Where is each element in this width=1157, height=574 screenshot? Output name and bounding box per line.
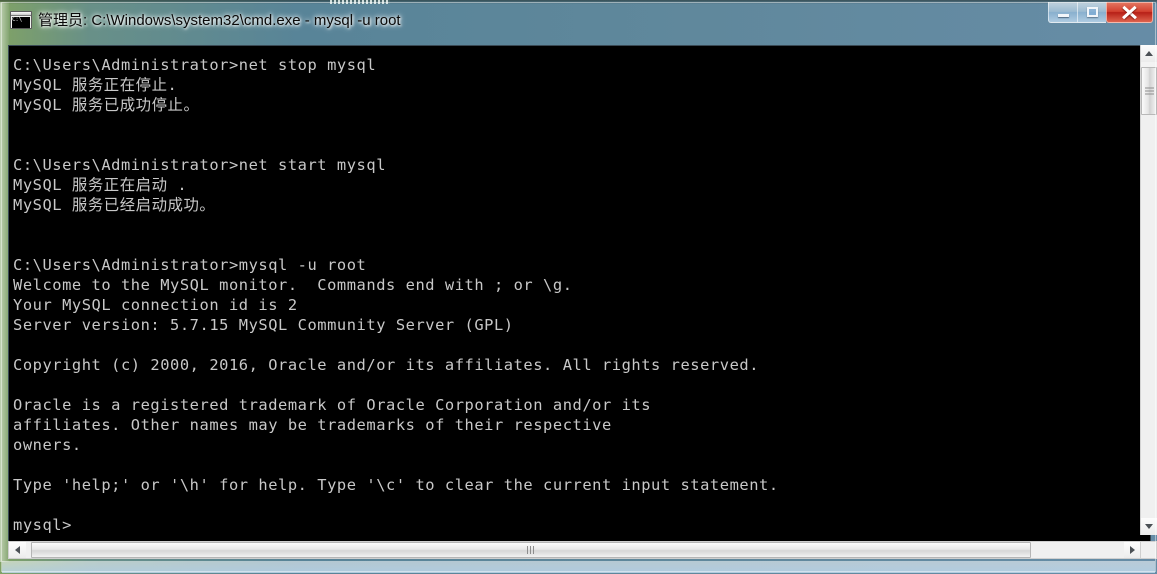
close-button[interactable] [1106, 2, 1153, 23]
maximize-icon [1086, 7, 1098, 17]
vertical-scroll-thumb[interactable] [1141, 67, 1157, 115]
scroll-down-button[interactable] [1141, 518, 1157, 535]
minimize-button[interactable] [1048, 2, 1077, 23]
title-bar[interactable]: C:\ 管理员: C:\Windows\system32\cmd.exe - m… [0, 2, 1157, 40]
scroll-thumb-grip-icon [1145, 87, 1154, 95]
scroll-right-button[interactable] [1124, 542, 1141, 558]
window-bottom-frame-glow [2, 561, 1155, 573]
console-client-area[interactable]: C:\Users\Administrator>net stop mysql My… [8, 45, 1151, 553]
chevron-right-icon [1130, 546, 1135, 554]
chevron-left-icon [15, 546, 20, 554]
horizontal-scrollbar[interactable] [8, 541, 1142, 559]
cmd-console-icon: C:\ [10, 11, 32, 29]
minimize-icon [1057, 13, 1069, 17]
scroll-up-button[interactable] [1141, 45, 1157, 62]
close-icon [1122, 6, 1137, 19]
cmd-icon-prompt-text: C:\ [12, 16, 22, 23]
chevron-up-icon [1145, 51, 1153, 56]
horizontal-scroll-thumb[interactable] [31, 542, 1031, 558]
scroll-left-button[interactable] [9, 542, 26, 558]
maximize-restore-button[interactable] [1077, 2, 1106, 23]
console-output-text: C:\Users\Administrator>net stop mysql My… [13, 56, 779, 534]
window-title: 管理员: C:\Windows\system32\cmd.exe - mysql… [38, 12, 401, 29]
chevron-down-icon [1145, 524, 1153, 529]
horizontal-scroll-thumb-grip-icon [527, 546, 535, 554]
vertical-scrollbar[interactable] [1140, 45, 1157, 535]
window-controls [1048, 2, 1153, 28]
cmd-window: C:\ 管理员: C:\Windows\system32\cmd.exe - m… [0, 0, 1157, 574]
scrollbar-corner [1140, 541, 1157, 559]
